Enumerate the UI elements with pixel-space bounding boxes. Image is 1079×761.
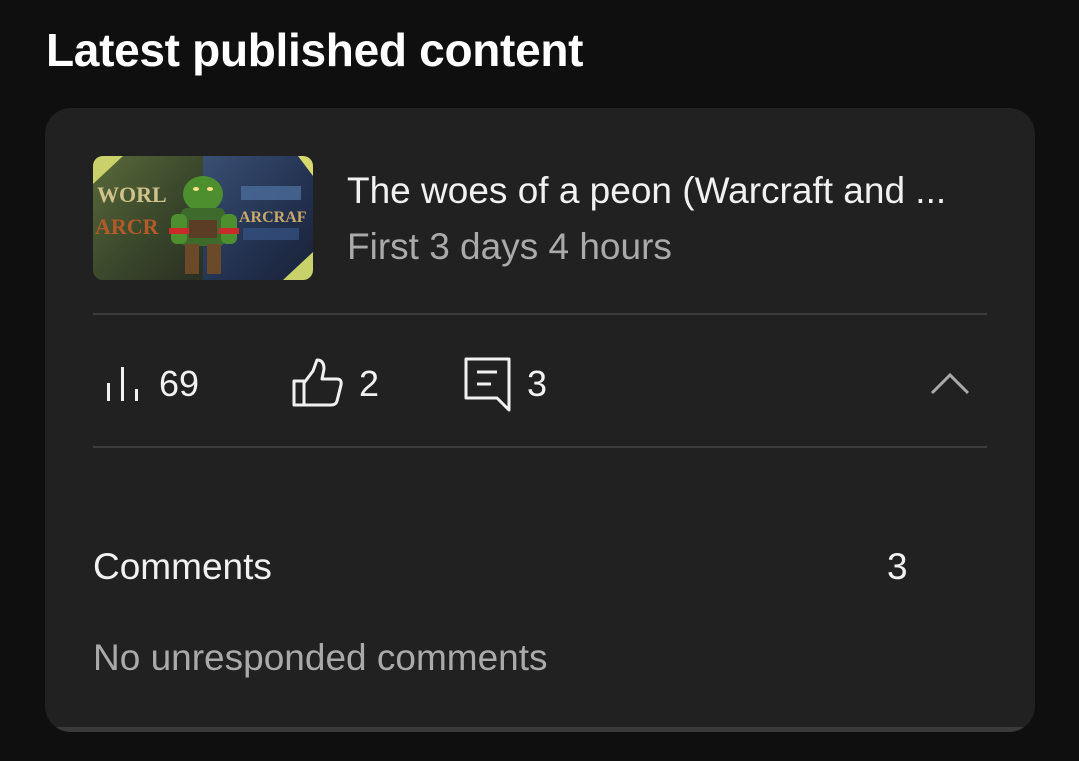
likes-count: 2 — [359, 363, 380, 404]
divider-bottom — [93, 446, 987, 448]
comments-count: 3 — [887, 546, 908, 587]
comments-count-stat: 3 — [527, 363, 548, 404]
svg-text:ARCRAF: ARCRAF — [239, 209, 307, 226]
comments-stat: 3 — [463, 354, 547, 414]
views-stat: 69 — [103, 354, 199, 414]
video-meta: First 3 days 4 hours — [347, 226, 672, 267]
comment-icon — [463, 356, 513, 412]
card-bottom-edge — [45, 727, 1035, 732]
svg-text:ARCR: ARCR — [95, 214, 160, 239]
views-count: 69 — [159, 363, 200, 404]
svg-text:WORL: WORL — [97, 182, 167, 207]
video-thumbnail[interactable]: WORL ARCR ARCRAF — [93, 156, 313, 280]
latest-content-card: WORL ARCR ARCRAF The woes of a peon (War… — [45, 108, 1035, 732]
comments-status: No unresponded comments — [93, 637, 548, 678]
chevron-up-icon — [930, 371, 970, 400]
likes-stat: 2 — [291, 354, 379, 414]
comments-label: Comments — [93, 546, 272, 587]
bar-chart-icon — [103, 363, 145, 405]
thumbs-up-icon — [291, 357, 345, 411]
video-item[interactable]: WORL ARCR ARCRAF The woes of a peon (War… — [93, 156, 987, 280]
video-title[interactable]: The woes of a peon (Warcraft and ... — [347, 168, 987, 214]
section-title: Latest published content — [46, 24, 584, 76]
divider-top — [93, 313, 987, 315]
collapse-button[interactable] — [925, 360, 975, 410]
